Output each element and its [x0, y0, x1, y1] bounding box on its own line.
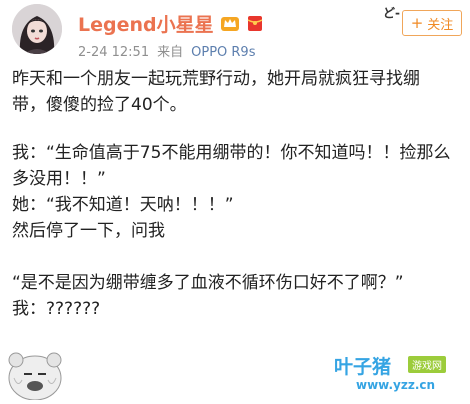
watermark-title: 叶子猪: [334, 356, 392, 378]
content-line: 带，傻傻的捡了40个。: [12, 95, 187, 115]
post-content: 昨天和一个朋友一起玩荒野行动，她开局就疯狂寻找绷 带，傻傻的捡了40个。 我：“…: [12, 66, 460, 322]
follow-label: 关注: [427, 17, 454, 33]
post-timestamp: 2-24 12:51: [78, 45, 150, 60]
content-line: 我：??????: [12, 299, 101, 319]
content-line: 多没用！！”: [12, 169, 106, 189]
content-line: 她：“我不知道！天呐！！！”: [12, 195, 234, 215]
content-line: 然后停了一下，问我: [12, 221, 165, 241]
crown-badge-icon: [220, 14, 240, 32]
username-row: Legend小星星: [78, 10, 266, 36]
content-line: “是不是因为绷带缠多了血液不循环伤口好不了啊？”: [12, 273, 404, 293]
content-line: 我：“生命值高于75不能用绷带的！你不知道吗！！捡那么: [12, 143, 451, 163]
site-watermark: 叶子猪 游戏网 www.yzz.cn: [334, 352, 464, 398]
post-header: Legend小星星 2-24 12:51 来自 OPPO R9s ど- + 关注: [0, 0, 470, 62]
avatar[interactable]: [12, 4, 62, 54]
red-envelope-icon: [246, 14, 266, 32]
source-prefix: 来自: [157, 45, 184, 60]
content-line: 昨天和一个朋友一起玩荒野行动，她开局就疯狂寻找绷: [12, 69, 420, 89]
username[interactable]: Legend小星星: [78, 10, 214, 37]
meme-face-image: [4, 348, 66, 401]
plus-icon: +: [410, 13, 424, 32]
sticker-text: ど-: [383, 6, 400, 20]
device-name[interactable]: OPPO R9s: [191, 45, 255, 60]
follow-button[interactable]: + 关注: [402, 10, 462, 36]
watermark-url: www.yzz.cn: [356, 378, 436, 392]
watermark-tag: 游戏网: [408, 356, 446, 373]
post-meta: 2-24 12:51 来自 OPPO R9s: [78, 41, 255, 60]
